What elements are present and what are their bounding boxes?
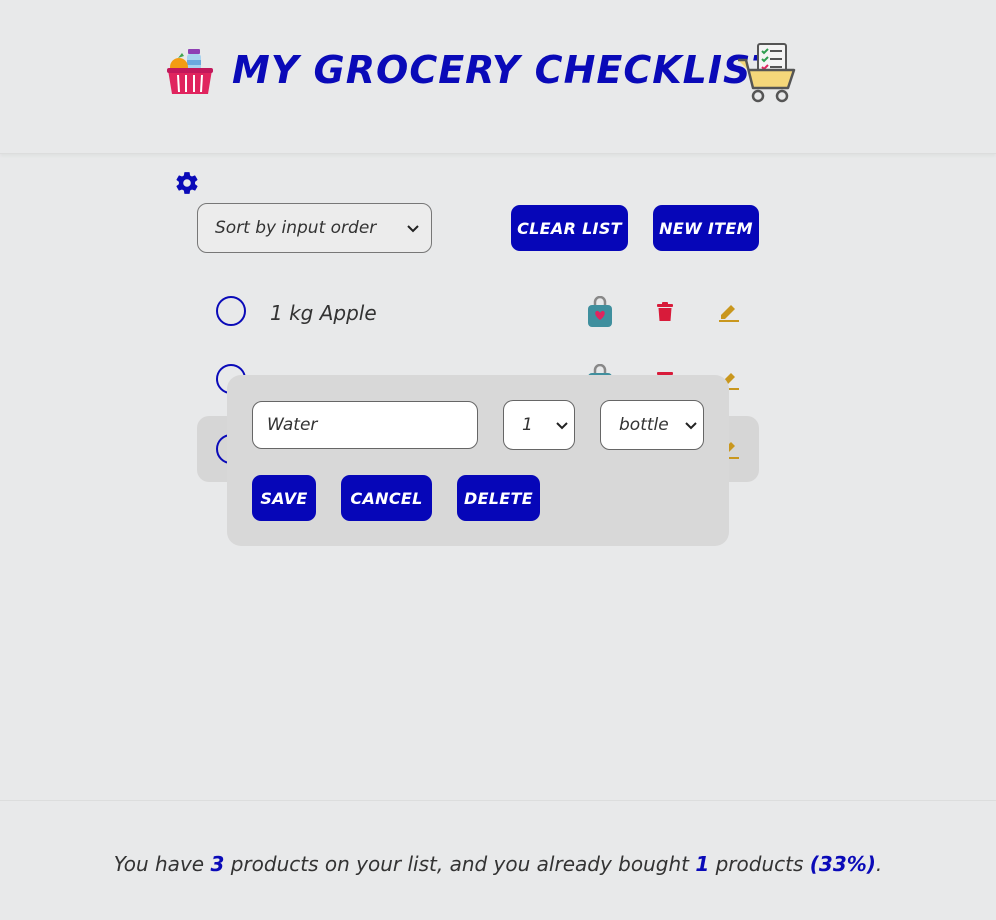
- quantity-select[interactable]: 1: [503, 400, 575, 450]
- bought-count: 1: [695, 852, 710, 876]
- cancel-button[interactable]: CANCEL: [341, 475, 432, 521]
- cart-checklist-icon: [736, 42, 796, 108]
- item-label: 1 kg Apple: [270, 301, 377, 325]
- clear-list-button[interactable]: CLEAR LIST: [511, 205, 628, 251]
- unit-select[interactable]: bottle: [600, 400, 704, 450]
- save-button[interactable]: SAVE: [252, 475, 316, 521]
- item-checkbox[interactable]: [216, 296, 246, 326]
- summary-suffix: products: [715, 852, 804, 876]
- summary-prefix: You have: [113, 852, 205, 876]
- summary-middle: products on your list, and you already b…: [230, 852, 689, 876]
- app-header: MY GROCERY CHECKLIST: [0, 0, 996, 154]
- sort-select-value: Sort by input order: [215, 218, 377, 238]
- new-item-button[interactable]: NEW ITEM: [653, 205, 759, 251]
- basket-icon: [166, 46, 214, 102]
- edit-item-dialog: Water 1 bottle SAVE CANCEL DELETE: [227, 375, 729, 546]
- pencil-icon[interactable]: [718, 301, 739, 326]
- summary-text: You have 3 products on your list, and yo…: [0, 852, 996, 876]
- gear-icon[interactable]: [174, 170, 200, 196]
- page-title: MY GROCERY CHECKLIST: [232, 48, 779, 92]
- delete-button[interactable]: DELETE: [457, 475, 540, 521]
- sort-select[interactable]: Sort by input order: [197, 203, 432, 253]
- unit-value: bottle: [619, 415, 669, 435]
- quantity-value: 1: [522, 415, 533, 435]
- total-count: 3: [210, 852, 225, 876]
- bought-percent: (33%): [809, 852, 876, 876]
- chevron-down-icon: [407, 218, 419, 238]
- item-name-value: Water: [267, 415, 318, 435]
- list-item: 1 kg Apple: [197, 279, 759, 345]
- bag-icon[interactable]: [587, 295, 613, 332]
- trash-icon[interactable]: [657, 302, 673, 326]
- summary-end: .: [875, 852, 883, 876]
- item-name-input[interactable]: Water: [252, 401, 478, 449]
- chevron-down-icon: [556, 415, 568, 435]
- chevron-down-icon: [685, 415, 697, 435]
